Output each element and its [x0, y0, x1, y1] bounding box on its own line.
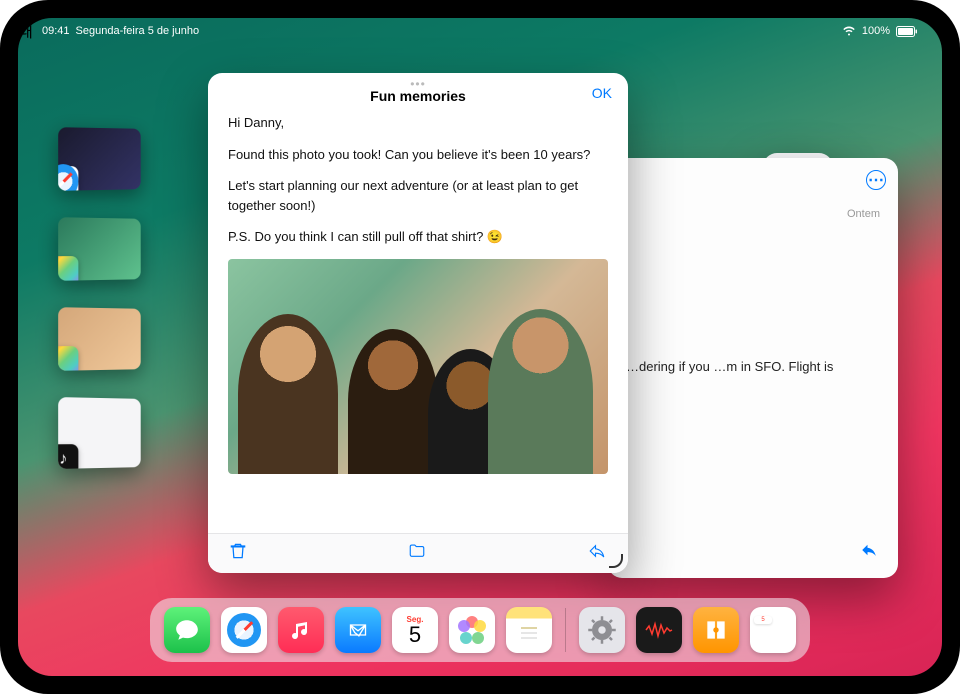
more-options-button[interactable]: ⋯	[866, 170, 886, 190]
wifi-icon	[842, 26, 856, 36]
music-icon: ♪	[58, 444, 78, 469]
dock-voice-memos-app[interactable]	[636, 607, 682, 653]
photos-flower-icon	[458, 616, 486, 644]
battery-icon	[896, 26, 918, 37]
stage-item-safari[interactable]	[58, 127, 141, 191]
mail-message-window[interactable]: ⋯ Ontem …dering if you …m in SFO. Flight…	[608, 158, 898, 578]
folder-button[interactable]	[406, 542, 428, 565]
reply-button[interactable]	[858, 541, 880, 564]
dock-divider	[565, 608, 566, 652]
mail-compose-window[interactable]: ••• Fun memories OK Hi Danny, Found this…	[208, 73, 628, 573]
stage-item-photos-edit[interactable]	[58, 307, 141, 371]
dock-app-library[interactable]: 5	[750, 607, 796, 653]
stage-item-music[interactable]: ♪	[58, 397, 141, 469]
calendar-day: 5	[409, 624, 421, 646]
dock-books-app[interactable]	[693, 607, 739, 653]
ipad-frame: 09:41 Segunda-feira 5 de junho 100%	[0, 0, 960, 694]
trash-button[interactable]	[228, 541, 248, 566]
dock-safari-app[interactable]	[221, 607, 267, 653]
photos-icon	[58, 256, 78, 281]
compose-line: Let's start planning our next adventure …	[228, 176, 608, 215]
library-mini-calendar-icon: 5	[754, 616, 772, 624]
stage-manager-strip: ♪	[58, 128, 148, 468]
dock-music-app[interactable]	[278, 607, 324, 653]
compose-greeting: Hi Danny,	[228, 113, 608, 133]
compose-toolbar	[208, 533, 628, 573]
status-date: Segunda-feira 5 de junho	[76, 25, 200, 37]
ok-button[interactable]: OK	[592, 85, 612, 101]
window-stack: Editar 34› ?› so…› arty› so…› ⋯ Ontem …d…	[208, 73, 828, 583]
dock: Seg. 5 5	[150, 598, 810, 662]
compose-header: ••• Fun memories OK	[208, 73, 628, 113]
mail-date: Ontem	[847, 208, 880, 220]
status-time: 09:41	[42, 25, 70, 37]
photos-icon	[58, 346, 78, 371]
compose-body[interactable]: Hi Danny, Found this photo you took! Can…	[208, 113, 628, 533]
mail-body-preview: …dering if you …m in SFO. Flight is	[626, 358, 880, 376]
dock-messages-app[interactable]	[164, 607, 210, 653]
compose-line: Found this photo you took! Can you belie…	[228, 145, 608, 165]
battery-percent: 100%	[862, 25, 890, 37]
dock-notes-app[interactable]	[506, 607, 552, 653]
stage-item-photos[interactable]	[58, 217, 141, 281]
dock-photos-app[interactable]	[449, 607, 495, 653]
window-grabber-icon[interactable]: •••	[410, 77, 426, 91]
reply-button[interactable]	[586, 542, 608, 565]
resize-handle[interactable]	[607, 552, 625, 570]
compose-line: P.S. Do you think I can still pull off t…	[228, 227, 608, 247]
status-bar: 09:41 Segunda-feira 5 de junho 100%	[18, 18, 942, 40]
safari-icon	[58, 166, 78, 191]
dock-settings-app[interactable]	[579, 607, 625, 653]
ipad-screen: 09:41 Segunda-feira 5 de junho 100%	[18, 18, 942, 676]
attached-photo[interactable]	[228, 259, 608, 474]
dock-calendar-app[interactable]: Seg. 5	[392, 607, 438, 653]
dock-mail-app[interactable]	[335, 607, 381, 653]
